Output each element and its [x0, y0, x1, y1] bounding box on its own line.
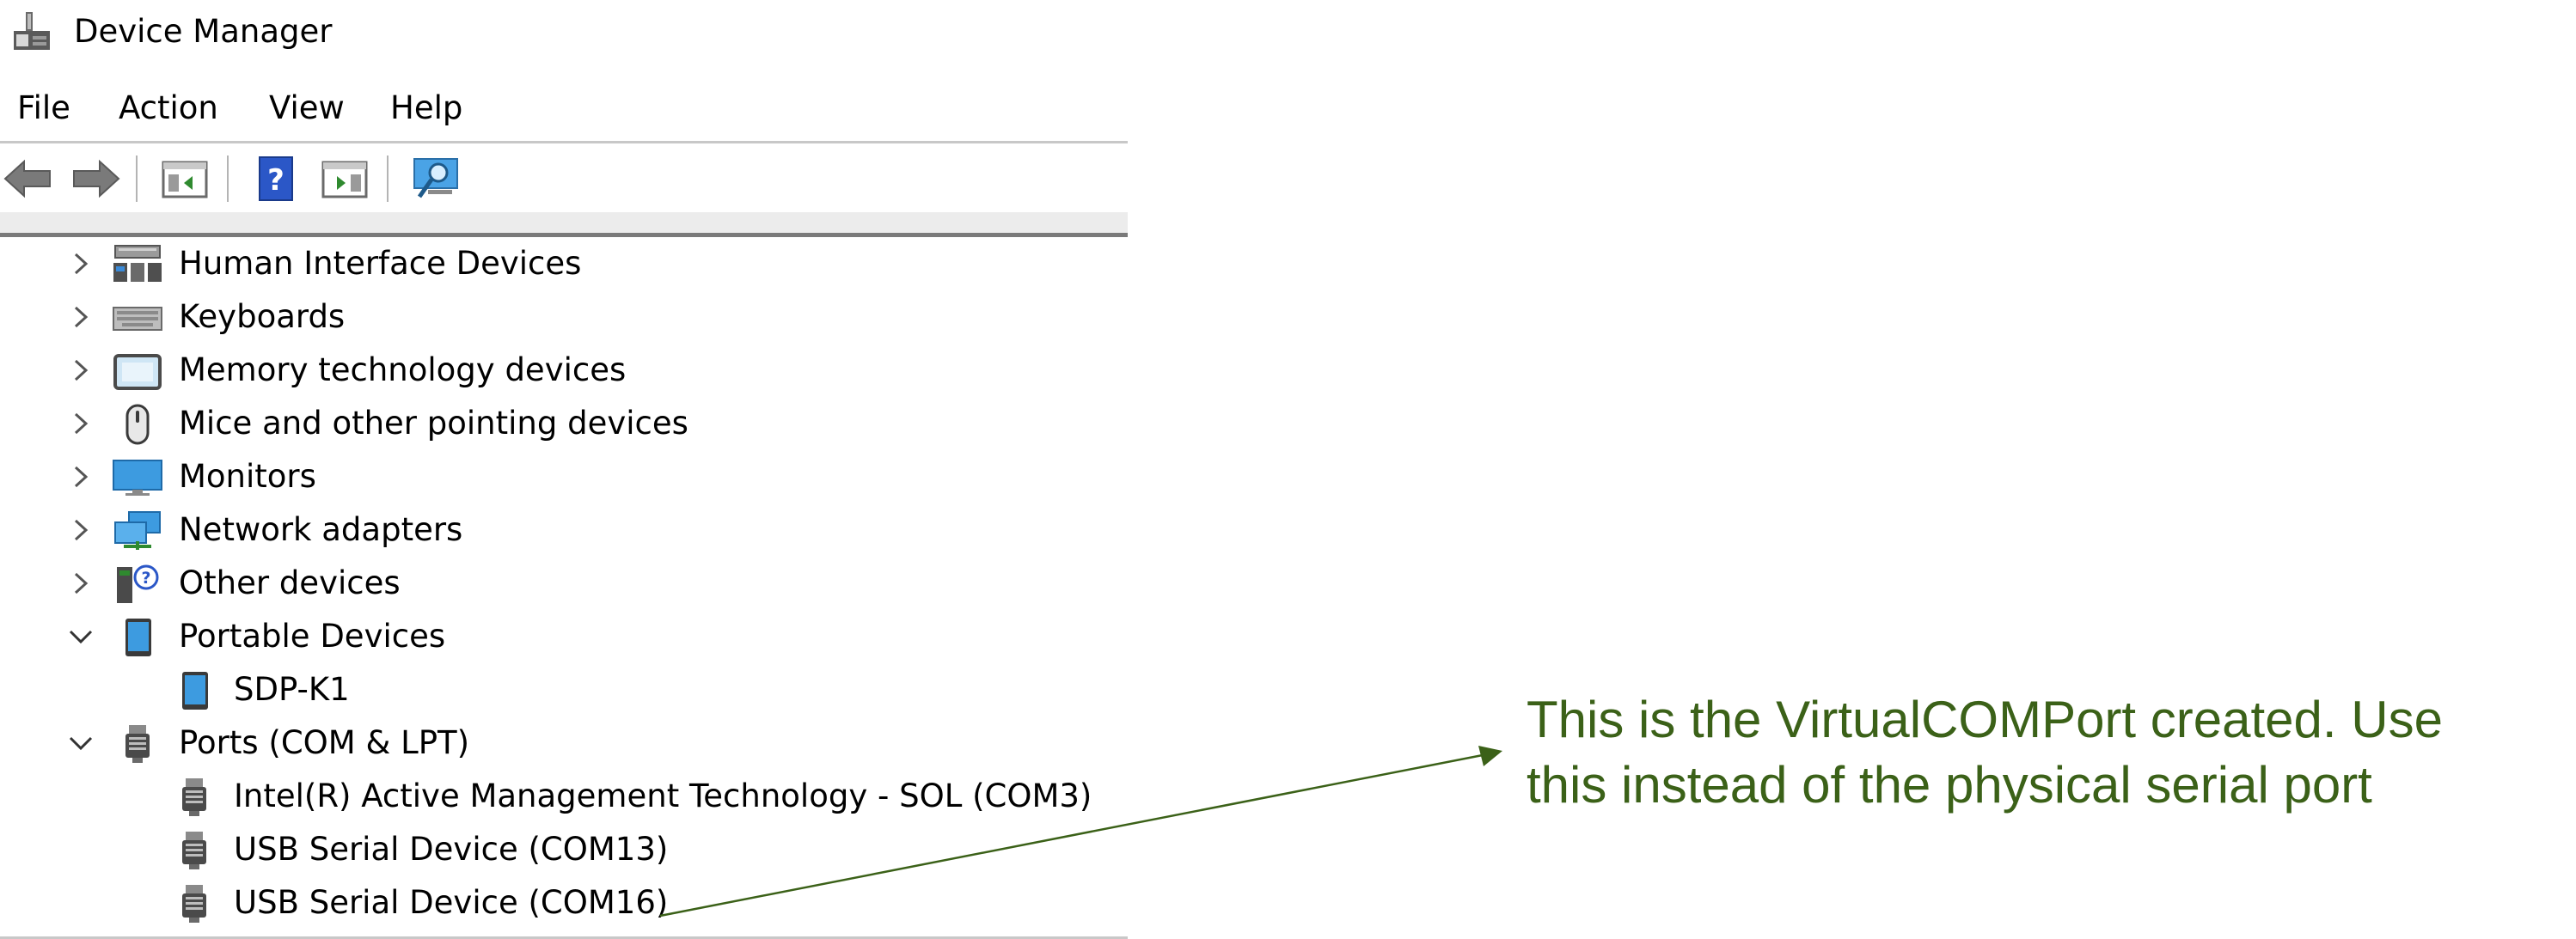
tree-label: Keyboards — [179, 298, 346, 335]
tree-label: Other devices — [179, 564, 401, 601]
show-action-pane-icon[interactable] — [318, 152, 371, 205]
network-adapter-icon — [114, 511, 161, 550]
tree-label: Mice and other pointing devices — [179, 405, 688, 442]
chevron-right-icon[interactable] — [65, 355, 96, 386]
tree-item-monitors[interactable]: Monitors — [0, 450, 1128, 503]
svg-text:?: ? — [267, 163, 285, 198]
scan-hardware-icon[interactable] — [409, 152, 462, 205]
tree-item-port-com3[interactable]: Intel(R) Active Management Technology - … — [0, 770, 1128, 823]
tree-label: USB Serial Device (COM13) — [234, 831, 669, 868]
chevron-right-icon[interactable] — [65, 568, 96, 599]
port-icon — [125, 725, 150, 763]
chevron-right-icon[interactable] — [65, 461, 96, 492]
portable-device-icon — [125, 619, 151, 656]
chevron-down-icon[interactable] — [65, 621, 96, 652]
chevron-right-icon[interactable] — [65, 302, 96, 332]
unknown-device-icon: ? — [117, 564, 159, 603]
port-icon — [182, 885, 206, 923]
menu-view[interactable]: View — [269, 82, 345, 134]
menu-bar: File Action View Help — [0, 82, 1128, 134]
chevron-right-icon[interactable] — [65, 408, 96, 439]
annotation-line-1: This is the VirtualCOMPort created. Use — [1527, 691, 2443, 748]
toolbar-separator — [227, 155, 229, 202]
menu-action[interactable]: Action — [119, 82, 218, 134]
mouse-icon — [125, 404, 150, 445]
hid-icon — [113, 245, 162, 282]
memory-device-icon — [113, 354, 162, 390]
menu-help[interactable]: Help — [390, 82, 462, 134]
menu-file[interactable]: File — [17, 82, 70, 134]
tree-label: Ports (COM & LPT) — [179, 724, 470, 761]
monitor-icon — [113, 460, 162, 496]
tree-item-human-interface-devices[interactable]: Human Interface Devices — [0, 237, 1128, 290]
forward-icon[interactable] — [69, 152, 122, 205]
back-icon[interactable] — [2, 152, 55, 205]
tree-label: Memory technology devices — [179, 351, 627, 388]
tree-label: Human Interface Devices — [179, 245, 582, 282]
title-bar: Device Manager — [0, 0, 1128, 67]
tree-item-network-adapters[interactable]: Network adapters — [0, 503, 1128, 557]
toolbar-separator — [387, 155, 389, 202]
tree-label: SDP-K1 — [234, 671, 350, 708]
tree-item-mice[interactable]: Mice and other pointing devices — [0, 397, 1128, 450]
annotation-callout: This is the VirtualCOMPort created. Use … — [1527, 687, 2541, 818]
show-hide-console-tree-icon[interactable] — [158, 152, 211, 205]
tree-label: Portable Devices — [179, 618, 446, 655]
chevron-right-icon[interactable] — [65, 515, 96, 546]
svg-text:?: ? — [141, 569, 150, 588]
tree-label: Network adapters — [179, 511, 463, 548]
toolbar-separator — [136, 155, 138, 202]
toolbar-strip — [0, 212, 1128, 233]
tree-label: Intel(R) Active Management Technology - … — [234, 777, 1092, 814]
tree-item-memory-technology-devices[interactable]: Memory technology devices — [0, 344, 1128, 397]
device-manager-icon — [14, 12, 50, 50]
device-tree: Human Interface Devices Keyboards Memory… — [0, 237, 1128, 939]
help-icon[interactable]: ? — [249, 152, 303, 205]
port-icon — [182, 778, 206, 816]
chevron-down-icon[interactable] — [65, 728, 96, 759]
tree-label: Monitors — [179, 458, 316, 495]
annotation-line-2: this instead of the physical serial port — [1527, 756, 2372, 814]
keyboard-icon — [113, 307, 162, 331]
window-title: Device Manager — [74, 13, 333, 50]
portable-device-icon — [182, 672, 208, 710]
tree-item-ports[interactable]: Ports (COM & LPT) — [0, 716, 1128, 770]
tree-label: USB Serial Device (COM16) — [234, 884, 669, 921]
tree-item-portable-devices[interactable]: Portable Devices — [0, 610, 1128, 663]
tree-item-keyboards[interactable]: Keyboards — [0, 290, 1128, 344]
toolbar: ? — [0, 143, 1128, 212]
tree-item-other-devices[interactable]: ? Other devices — [0, 557, 1128, 610]
tree-item-sdp-k1[interactable]: SDP-K1 — [0, 663, 1128, 716]
device-manager-window: Device Manager File Action View Help ? H… — [0, 0, 1128, 939]
tree-item-port-com16[interactable]: USB Serial Device (COM16) — [0, 876, 1128, 930]
chevron-right-icon[interactable] — [65, 248, 96, 279]
port-icon — [182, 832, 206, 869]
tree-item-port-com13[interactable]: USB Serial Device (COM13) — [0, 823, 1128, 876]
